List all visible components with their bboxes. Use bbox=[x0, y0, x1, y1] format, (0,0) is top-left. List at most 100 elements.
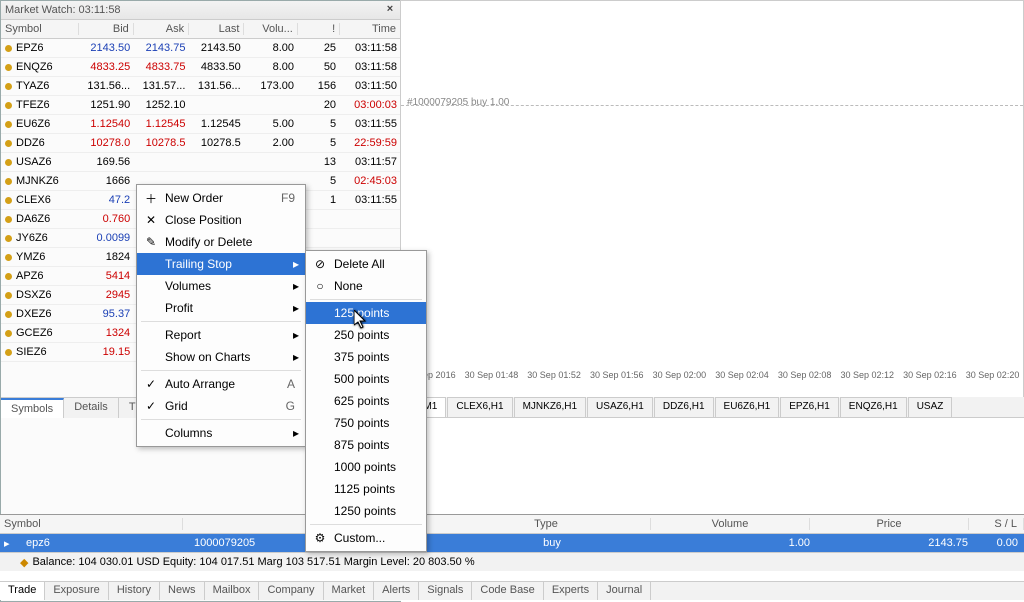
terminal-tab-mailbox[interactable]: Mailbox bbox=[205, 582, 260, 600]
submenu-custom-[interactable]: ⚙Custom... bbox=[306, 527, 426, 549]
bid: 1824 bbox=[79, 251, 134, 263]
terminal-tab-company[interactable]: Company bbox=[259, 582, 323, 600]
th-sl[interactable]: S / L bbox=[969, 518, 1024, 530]
submenu-none[interactable]: ○None bbox=[306, 275, 426, 297]
terminal-tab-trade[interactable]: Trade bbox=[0, 582, 45, 600]
menu-profit[interactable]: Profit ▸ bbox=[137, 297, 305, 319]
chart-tab[interactable]: MJNKZ6,H1 bbox=[514, 397, 586, 417]
trailing-stop-submenu[interactable]: ⊘Delete All○None 125 points250 points375 … bbox=[305, 250, 427, 552]
symbol-name: TYAZ6 bbox=[16, 80, 49, 92]
submenu-1125-points[interactable]: 1125 points bbox=[306, 478, 426, 500]
terminal-tab-journal[interactable]: Journal bbox=[598, 582, 651, 600]
submenu-625-points[interactable]: 625 points bbox=[306, 390, 426, 412]
submenu-delete-all[interactable]: ⊘Delete All bbox=[306, 253, 426, 275]
context-menu[interactable]: ＋New OrderF9✕Close Position✎Modify or De… bbox=[136, 184, 306, 447]
menu-report[interactable]: Report▸ bbox=[137, 324, 305, 346]
terminal-tab-exposure[interactable]: Exposure bbox=[45, 582, 108, 600]
market-watch-row[interactable]: USAZ6169.561303:11:57 bbox=[1, 153, 401, 172]
close-icon[interactable]: × bbox=[383, 3, 397, 17]
market-watch-row[interactable]: TYAZ6131.56...131.57...131.56...173.0015… bbox=[1, 77, 401, 96]
market-watch-row[interactable]: DDZ610278.010278.510278.52.00522:59:59 bbox=[1, 134, 401, 153]
market-watch-row[interactable]: TFEZ61251.901252.102003:00:03 bbox=[1, 96, 401, 115]
menu-columns[interactable]: Columns▸ bbox=[137, 422, 305, 444]
symbol-dot-icon bbox=[5, 330, 12, 337]
col-interest[interactable]: ! bbox=[298, 23, 340, 35]
market-watch-titlebar: Market Watch: 03:11:58 × bbox=[1, 1, 401, 20]
menu-trailing-stop[interactable]: Trailing Stop▸ bbox=[137, 253, 305, 275]
col-last[interactable]: Last bbox=[189, 23, 244, 35]
terminal-tab-code base[interactable]: Code Base bbox=[472, 582, 543, 600]
time: 03:11:50 bbox=[340, 80, 401, 92]
submenu-125-points[interactable]: 125 points bbox=[306, 302, 426, 324]
int: 5 bbox=[298, 118, 340, 130]
menu-new-order[interactable]: ＋New OrderF9 bbox=[137, 187, 305, 209]
symbol-dot-icon bbox=[5, 197, 12, 204]
symbol-name: EPZ6 bbox=[16, 42, 44, 54]
menu-auto-arrange[interactable]: ✓Auto ArrangeA bbox=[137, 373, 305, 395]
submenu-1000-points[interactable]: 1000 points bbox=[306, 456, 426, 478]
tab-details[interactable]: Details bbox=[64, 398, 119, 418]
chart-tab[interactable]: DDZ6,H1 bbox=[654, 397, 714, 417]
time: 03:11:55 bbox=[340, 194, 401, 206]
symbol-name: CLEX6 bbox=[16, 194, 51, 206]
terminal-tabs: TradeExposureHistoryNewsMailboxCompanyMa… bbox=[0, 581, 1024, 600]
time: 03:11:57 bbox=[340, 156, 401, 168]
col-ask[interactable]: Ask bbox=[134, 23, 189, 35]
col-bid[interactable]: Bid bbox=[79, 23, 134, 35]
last: 2143.50 bbox=[189, 42, 244, 54]
menu-show-on-charts[interactable]: Show on Charts▸ bbox=[137, 346, 305, 368]
order-label: #1000079205 buy 1.00 bbox=[407, 97, 509, 108]
col-symbol[interactable]: Symbol bbox=[1, 23, 79, 35]
chart-tab[interactable]: ENQZ6,H1 bbox=[840, 397, 907, 417]
bid: 47.2 bbox=[79, 194, 134, 206]
symbol-name: DXEZ6 bbox=[16, 308, 51, 320]
th-volume[interactable]: Volume bbox=[651, 518, 810, 530]
submenu-875-points[interactable]: 875 points bbox=[306, 434, 426, 456]
th-price[interactable]: Price bbox=[810, 518, 969, 530]
chart-tab[interactable]: USAZ bbox=[908, 397, 953, 417]
terminal-tab-experts[interactable]: Experts bbox=[544, 582, 598, 600]
status-balance-icon: ◆ bbox=[20, 556, 28, 569]
th-symbol[interactable]: Symbol bbox=[0, 518, 183, 530]
menu-close-position[interactable]: ✕Close Position bbox=[137, 209, 305, 231]
menu-modify-or-delete[interactable]: ✎Modify or Delete bbox=[137, 231, 305, 253]
time-tick: 30 Sep 02:08 bbox=[778, 370, 832, 390]
terminal-tab-news[interactable]: News bbox=[160, 582, 205, 600]
chart-tab[interactable]: USAZ6,H1 bbox=[587, 397, 653, 417]
chart-tab[interactable]: EPZ6,H1 bbox=[780, 397, 839, 417]
market-watch-row[interactable]: ENQZ64833.254833.754833.508.005003:11:58 bbox=[1, 58, 401, 77]
bid: 2945 bbox=[79, 289, 134, 301]
menu-label: Report bbox=[165, 328, 201, 342]
menu-icon: ⚙ bbox=[312, 531, 328, 545]
submenu-arrow-icon: ▸ bbox=[293, 301, 299, 315]
bid: 5414 bbox=[79, 270, 134, 282]
terminal-tab-history[interactable]: History bbox=[109, 582, 160, 600]
time-tick: 30 Sep 02:04 bbox=[715, 370, 769, 390]
market-watch-row[interactable]: EPZ62143.502143.752143.508.002503:11:58 bbox=[1, 39, 401, 58]
col-volume[interactable]: Volu... bbox=[244, 23, 297, 35]
terminal-tab-market[interactable]: Market bbox=[324, 582, 375, 600]
col-time[interactable]: Time bbox=[340, 23, 401, 35]
menu-icon: ＋ bbox=[143, 190, 159, 207]
submenu-500-points[interactable]: 500 points bbox=[306, 368, 426, 390]
th-type[interactable]: Type bbox=[442, 518, 651, 530]
terminal-tab-alerts[interactable]: Alerts bbox=[374, 582, 419, 600]
menu-icon: ⊘ bbox=[312, 257, 328, 271]
market-watch-row[interactable]: EU6Z61.125401.125451.125455.00503:11:55 bbox=[1, 115, 401, 134]
chart-area[interactable]: #1000079205 buy 1.00 bbox=[400, 0, 1024, 398]
terminal-header: Symbol Type Volume Price S / L bbox=[0, 515, 1024, 534]
menu-volumes[interactable]: Volumes▸ bbox=[137, 275, 305, 297]
chart-tab[interactable]: CLEX6,H1 bbox=[447, 397, 512, 417]
tab-symbols[interactable]: Symbols bbox=[1, 398, 64, 418]
chart-tab[interactable]: EU6Z6,H1 bbox=[715, 397, 780, 417]
submenu-375-points[interactable]: 375 points bbox=[306, 346, 426, 368]
submenu-750-points[interactable]: 750 points bbox=[306, 412, 426, 434]
terminal-position-row[interactable]: ▸ epz6 1000079205 buy 1.00 2143.75 0.00 bbox=[0, 534, 1024, 552]
menu-label: Profit bbox=[165, 301, 193, 315]
terminal-tab-signals[interactable]: Signals bbox=[419, 582, 472, 600]
submenu-1250-points[interactable]: 1250 points bbox=[306, 500, 426, 522]
submenu-250-points[interactable]: 250 points bbox=[306, 324, 426, 346]
int: 50 bbox=[298, 61, 340, 73]
menu-grid[interactable]: ✓GridG bbox=[137, 395, 305, 417]
symbol-dot-icon bbox=[5, 102, 12, 109]
